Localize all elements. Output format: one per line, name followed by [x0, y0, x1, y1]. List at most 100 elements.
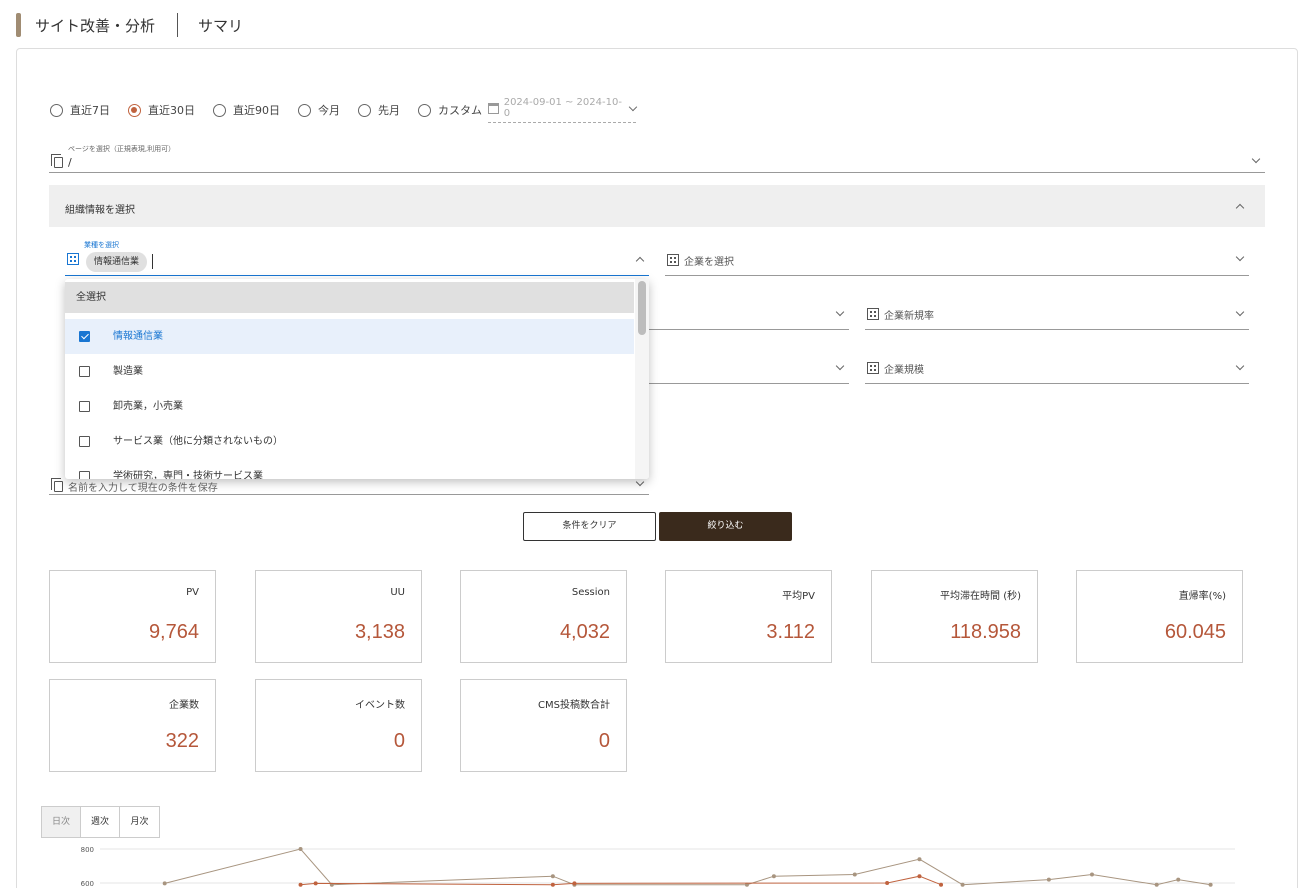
- data-point[interactable]: [298, 847, 303, 851]
- radio-period-last-month[interactable]: 先月: [358, 102, 400, 118]
- checkbox[interactable]: [79, 401, 90, 412]
- copy-icon: [51, 154, 63, 168]
- page-select-label: ページを選択（正規表現,利用可）: [68, 145, 176, 153]
- chevron-down-icon: [1235, 307, 1245, 317]
- checkbox[interactable]: [79, 366, 90, 377]
- dropdown-option[interactable]: サービス業（他に分類されないもの）: [65, 424, 634, 459]
- radio-period-custom[interactable]: カスタム: [418, 102, 482, 118]
- data-point[interactable]: [1176, 877, 1181, 882]
- industry-dropdown: 全選択 情報通信業 製造業 卸売業，小売業 サービス業（他に分類されないもの） …: [65, 279, 649, 479]
- stat-label: 直帰率(%): [1178, 591, 1226, 602]
- checkbox[interactable]: [79, 436, 90, 447]
- radio-period-this-month[interactable]: 今月: [298, 102, 340, 118]
- date-range-picker[interactable]: 2024-09-01 ~ 2024-10-0: [488, 97, 638, 123]
- series-line: [164, 848, 1211, 886]
- header-accent-bar: [16, 13, 21, 37]
- scrollbar-thumb[interactable]: [638, 281, 646, 335]
- stat-value: 9,764: [148, 621, 199, 643]
- radio-circle[interactable]: [418, 103, 431, 117]
- radio-period-90d[interactable]: 直近90日: [213, 102, 280, 118]
- hidden-select-2[interactable]: [649, 352, 849, 384]
- copy-icon: [51, 478, 63, 492]
- hidden-select-1[interactable]: [649, 298, 849, 330]
- period-tabs: 日次 週次 月次: [41, 806, 160, 838]
- data-point[interactable]: [917, 857, 922, 862]
- data-point[interactable]: [852, 872, 857, 877]
- company-new-rate-select[interactable]: 企業新規率: [865, 298, 1249, 330]
- checkbox[interactable]: [79, 331, 90, 342]
- org-info-accordion[interactable]: 組織情報を選択: [49, 185, 1265, 227]
- checkbox[interactable]: [79, 471, 90, 479]
- industry-select[interactable]: 業種を選択 情報通信業: [65, 238, 649, 276]
- building-icon: [67, 253, 79, 265]
- tab-daily[interactable]: 日次: [42, 807, 81, 837]
- data-point[interactable]: [572, 881, 577, 886]
- data-point[interactable]: [939, 882, 944, 887]
- save-condition-placeholder: 名前を入力して現在の条件を保存: [68, 483, 218, 494]
- stat-label: Session: [571, 587, 610, 598]
- stat-value: 3,138: [354, 621, 405, 643]
- radio-circle[interactable]: [50, 103, 63, 117]
- company-select-label: 企業を選択: [684, 257, 734, 268]
- radio-circle[interactable]: [213, 103, 226, 117]
- industry-chip[interactable]: 情報通信業: [86, 252, 148, 272]
- data-point[interactable]: [960, 882, 965, 887]
- data-point[interactable]: [885, 881, 890, 885]
- dropdown-option[interactable]: 卸売業，小売業: [65, 389, 634, 424]
- stat-value: 322: [165, 730, 199, 752]
- dropdown-option[interactable]: 情報通信業: [65, 319, 634, 354]
- y-tick-label: 600: [81, 880, 94, 888]
- building-icon: [867, 308, 879, 320]
- stat-value: 0: [598, 730, 610, 752]
- header-divider: [177, 13, 179, 37]
- chevron-down-icon: [635, 477, 645, 487]
- data-point[interactable]: [1046, 877, 1051, 882]
- data-point[interactable]: [917, 874, 922, 879]
- tab-weekly[interactable]: 週次: [81, 807, 120, 837]
- trend-chart: 800 600: [81, 846, 1235, 888]
- radio-label: 直近30日: [148, 104, 195, 117]
- stat-value: 4,032: [559, 621, 610, 643]
- stat-value: 0: [393, 730, 405, 752]
- clear-conditions-button[interactable]: 条件をクリア: [523, 512, 656, 541]
- radio-label: 先月: [378, 104, 400, 117]
- chevron-up-icon[interactable]: [635, 256, 645, 266]
- page-select-field[interactable]: ページを選択（正規表現,利用可） /: [49, 140, 1265, 173]
- radio-circle[interactable]: [358, 103, 371, 117]
- company-select[interactable]: 企業を選択: [665, 244, 1249, 276]
- stat-label: 平均PV: [782, 591, 815, 602]
- radio-circle[interactable]: [298, 103, 311, 117]
- chevron-down-icon: [1235, 361, 1245, 371]
- stat-label: PV: [186, 587, 199, 598]
- option-label: サービス業（他に分類されないもの）: [113, 436, 283, 447]
- data-point[interactable]: [771, 874, 776, 879]
- radio-period-7d[interactable]: 直近7日: [50, 102, 110, 118]
- data-point[interactable]: [1154, 882, 1159, 887]
- dropdown-scrollbar[interactable]: [635, 279, 649, 479]
- dropdown-option[interactable]: 学術研究，専門・技術サービス業: [65, 459, 634, 479]
- data-point[interactable]: [1208, 882, 1213, 887]
- stat-card-events: イベント数 0: [255, 679, 422, 772]
- stat-label: 企業数: [169, 700, 199, 711]
- data-point[interactable]: [550, 874, 555, 879]
- data-point[interactable]: [1089, 872, 1094, 877]
- radio-period-30d[interactable]: 直近30日: [128, 102, 195, 118]
- chevron-down-icon: [1235, 252, 1245, 262]
- stat-card-companies: 企業数 322: [49, 679, 216, 772]
- data-point[interactable]: [313, 881, 318, 886]
- radio-label: 今月: [318, 104, 340, 117]
- dropdown-option[interactable]: 製造業: [65, 354, 634, 389]
- filter-button[interactable]: 絞り込む: [659, 512, 792, 541]
- chevron-down-icon: [1251, 154, 1261, 164]
- data-point[interactable]: [550, 882, 555, 887]
- option-label: 卸売業，小売業: [113, 401, 183, 412]
- select-all-option[interactable]: 全選択: [65, 282, 634, 313]
- company-size-select[interactable]: 企業規模: [865, 352, 1249, 384]
- stat-card-uu: UU 3,138: [255, 570, 422, 663]
- tab-monthly[interactable]: 月次: [120, 807, 159, 837]
- option-label: 製造業: [113, 366, 143, 377]
- data-point[interactable]: [298, 882, 303, 887]
- accordion-title: 組織情報を選択: [65, 205, 135, 216]
- radio-circle[interactable]: [128, 103, 141, 117]
- data-point[interactable]: [162, 881, 167, 886]
